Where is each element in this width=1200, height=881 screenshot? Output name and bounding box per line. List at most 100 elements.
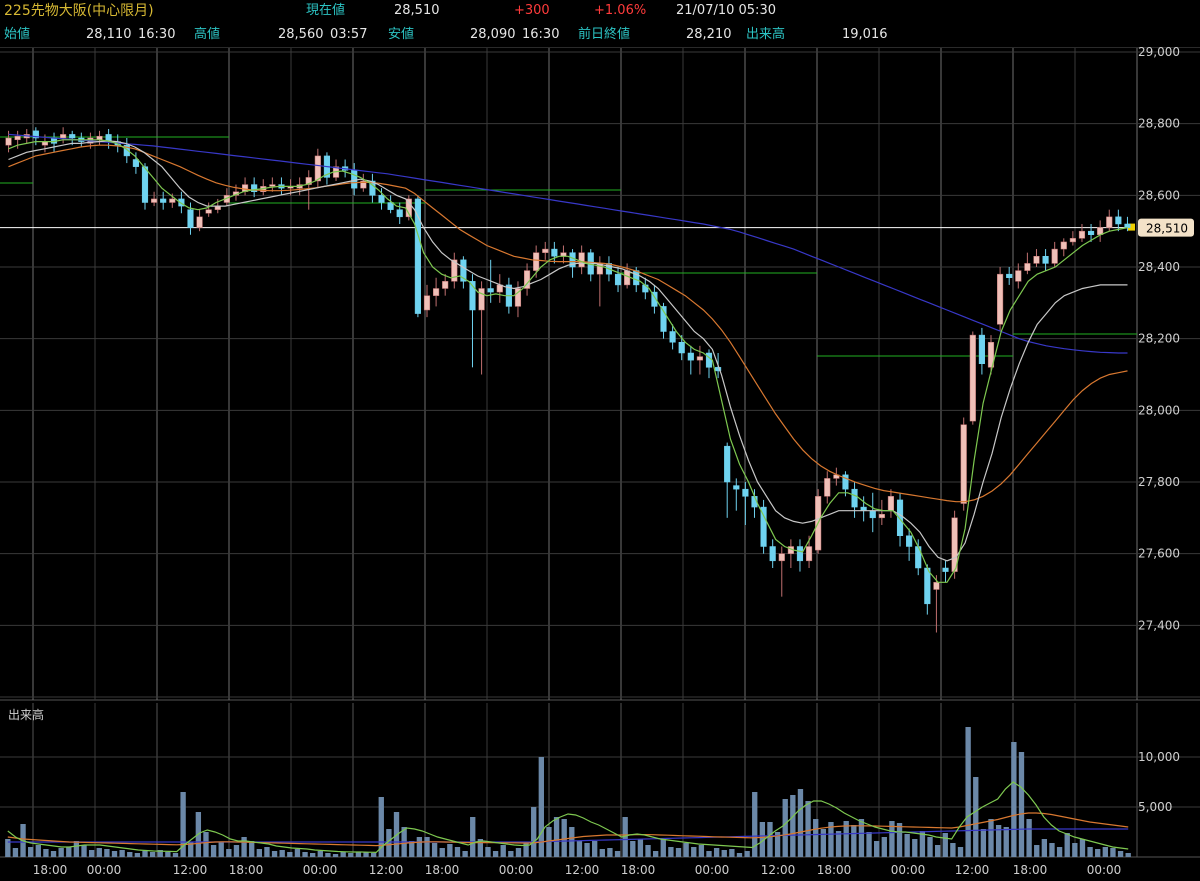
volume-bar xyxy=(447,844,453,857)
volume-bar xyxy=(1041,839,1048,857)
volume-bar xyxy=(592,841,598,857)
volume-bar xyxy=(637,839,644,857)
volume-bar xyxy=(904,834,910,857)
volume-bar xyxy=(973,777,979,857)
price-tick-label: 28,000 xyxy=(1138,403,1180,417)
volume-bar xyxy=(271,851,278,857)
price-panel: 27,400 27,600 27,800 28,000 28,200 28,400 28,6… xyxy=(0,45,1200,701)
time-tick-label: 00:00 xyxy=(303,863,338,877)
volume-bar xyxy=(508,851,514,857)
volume-bar xyxy=(1079,839,1086,857)
candle-body xyxy=(533,252,540,271)
volume-bar xyxy=(73,841,80,857)
volume-bar xyxy=(1049,843,1055,857)
volume-bar xyxy=(119,850,125,857)
candle-body xyxy=(551,248,558,257)
volume-bar xyxy=(957,847,964,857)
volume-bar xyxy=(531,807,537,857)
volume-bar xyxy=(881,837,887,857)
time-tick-label: 12:00 xyxy=(369,863,404,877)
volume-tick-label: 10,000 xyxy=(1138,750,1180,764)
volume-bar xyxy=(721,850,727,857)
candle-body xyxy=(1006,273,1013,278)
candle-body xyxy=(669,331,676,343)
volume-bar xyxy=(454,847,461,857)
price-tick-label: 28,200 xyxy=(1138,332,1180,346)
volume-bar xyxy=(858,819,865,857)
volume-bar xyxy=(1110,848,1116,857)
volume-bar xyxy=(1018,752,1025,857)
time-tick-label: 18:00 xyxy=(817,863,852,877)
volume-bar xyxy=(58,848,64,857)
volume-bar xyxy=(325,853,331,857)
volume-bar xyxy=(1102,847,1108,857)
volume-bar xyxy=(134,853,141,857)
candle-body xyxy=(160,198,167,203)
volume-bar xyxy=(607,848,613,857)
candle-body xyxy=(978,334,985,365)
candle-body xyxy=(14,135,21,141)
volume-bar xyxy=(942,833,948,857)
volume-ma-long xyxy=(7,828,1129,843)
volume-bar xyxy=(813,819,819,857)
candle-body xyxy=(1069,238,1076,243)
candle-body xyxy=(1087,230,1095,236)
time-tick-label: 18:00 xyxy=(229,863,264,877)
volume-bar xyxy=(652,851,659,857)
volume-bar xyxy=(104,849,110,857)
volume-bar xyxy=(896,823,903,857)
volume-bar xyxy=(729,849,735,857)
volume-bar xyxy=(96,848,102,857)
price-tick-label: 27,400 xyxy=(1138,618,1180,632)
volume-tick-label: 5,000 xyxy=(1138,800,1172,814)
volume-bar xyxy=(165,852,171,857)
volume-bar xyxy=(310,853,316,857)
current-price-tag-label: 28,510 xyxy=(1146,222,1188,236)
candle-body xyxy=(132,159,139,167)
candle-body xyxy=(924,567,931,605)
volume-bar xyxy=(28,847,34,857)
volume-bar xyxy=(599,849,605,857)
candle-body xyxy=(487,288,494,293)
price-tick-label: 27,800 xyxy=(1138,475,1180,489)
volume-bar xyxy=(1095,849,1101,857)
candle-body xyxy=(933,582,940,590)
candle-body xyxy=(578,252,585,268)
candle-body xyxy=(769,546,776,562)
volume-bar xyxy=(576,841,583,857)
volume-bar xyxy=(233,845,240,857)
volume-bar xyxy=(81,845,87,857)
volume-bar xyxy=(500,845,506,857)
candle-body xyxy=(1033,256,1040,264)
candle-body xyxy=(396,209,403,218)
candle-body xyxy=(824,478,831,497)
candle-body xyxy=(542,248,549,253)
volume-bar xyxy=(111,851,118,857)
time-tick-label: 18:00 xyxy=(33,863,68,877)
volume-bar xyxy=(1117,851,1124,857)
volume-bar xyxy=(874,841,880,857)
volume-bar xyxy=(980,829,987,857)
candle-body xyxy=(169,198,176,203)
volume-bar xyxy=(287,852,293,857)
volume-bar xyxy=(706,851,712,857)
candle-body xyxy=(942,567,949,572)
volume-bar xyxy=(492,851,499,857)
volume-bar xyxy=(172,853,179,857)
header-divider xyxy=(0,47,1200,48)
volume-bar xyxy=(88,850,95,857)
candle-body xyxy=(733,485,740,490)
volume-bar xyxy=(203,832,209,857)
volume-bar xyxy=(416,837,423,857)
volume-panel-title: 出来高 xyxy=(8,707,44,722)
candle-body xyxy=(624,270,631,286)
time-tick-label: 18:00 xyxy=(621,863,656,877)
volume-bar xyxy=(820,829,826,857)
volume-bar xyxy=(35,845,41,857)
volume-bar xyxy=(965,727,971,857)
volume-bar xyxy=(1087,847,1093,857)
volume-bar xyxy=(851,825,857,857)
candle-body xyxy=(442,281,449,289)
price-volume-chart[interactable]: 27,400 27,600 27,800 28,000 28,200 28,400 28,6… xyxy=(0,0,1200,881)
volume-bar xyxy=(142,851,148,857)
